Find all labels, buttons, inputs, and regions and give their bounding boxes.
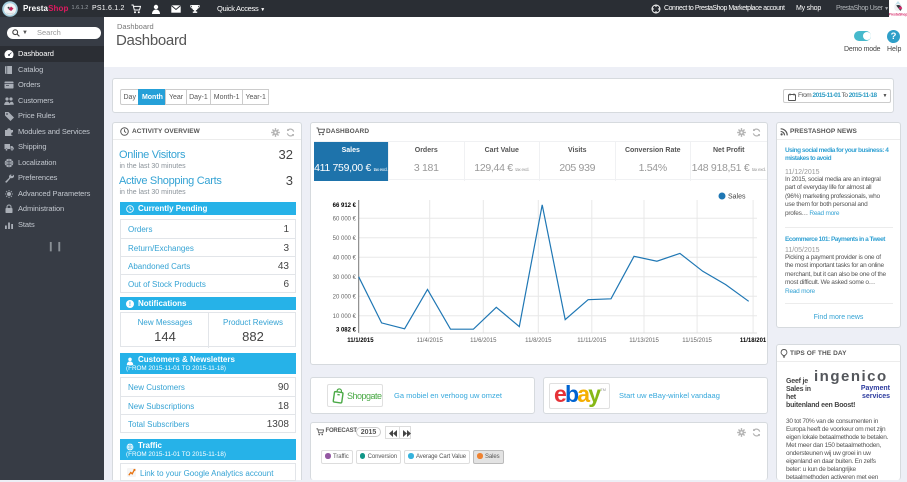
svg-text:11/11/2015: 11/11/2015	[577, 338, 607, 344]
svg-text:11/1/2015: 11/1/2015	[347, 338, 374, 344]
svg-text:20 000 €: 20 000 €	[333, 295, 357, 301]
svg-text:11/13/2015: 11/13/2015	[629, 338, 659, 344]
svg-text:10 000 €: 10 000 €	[333, 314, 357, 320]
svg-text:11/4/2015: 11/4/2015	[417, 338, 444, 344]
svg-text:Sales: Sales	[728, 194, 746, 201]
svg-text:!: !	[129, 301, 131, 308]
svg-text:11/18/201: 11/18/201	[740, 338, 767, 344]
svg-text:40 000 €: 40 000 €	[333, 256, 357, 262]
svg-text:66 912 €: 66 912 €	[333, 203, 357, 209]
svg-text:11/6/2015: 11/6/2015	[470, 338, 497, 344]
svg-text:11/15/2015: 11/15/2015	[682, 338, 712, 344]
svg-text:3 082 €: 3 082 €	[336, 328, 357, 334]
svg-text:PrestaShop: PrestaShop	[889, 13, 907, 17]
svg-text:11/8/2015: 11/8/2015	[525, 338, 552, 344]
svg-text:50 000 €: 50 000 €	[333, 236, 357, 242]
svg-text:30 000 €: 30 000 €	[333, 275, 357, 281]
svg-text:60 000 €: 60 000 €	[333, 217, 357, 223]
